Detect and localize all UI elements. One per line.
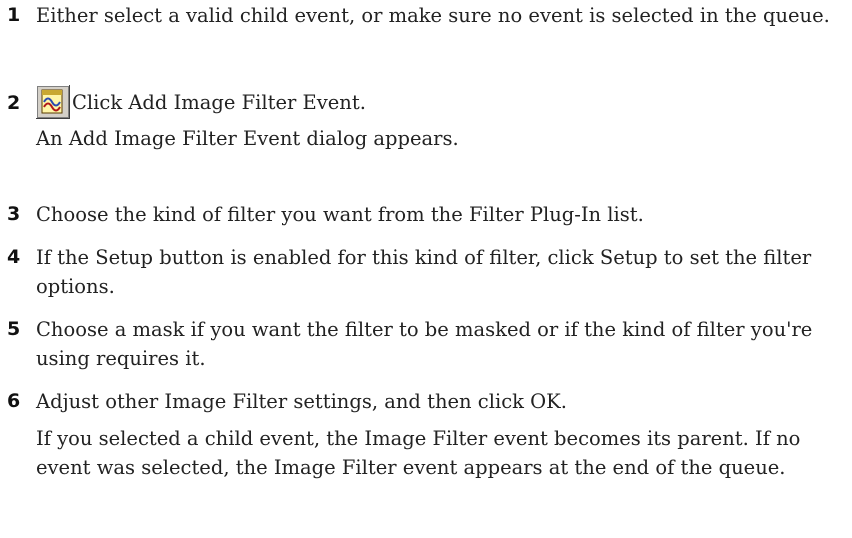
step-text: If the Setup button is enabled for this … (36, 246, 812, 298)
step-number: 3 (7, 203, 21, 225)
step-number: 5 (7, 318, 21, 340)
instruction-document: 1 Either select a valid child event, or … (0, 0, 852, 538)
step-note: If you selected a child event, the Image… (36, 427, 801, 479)
step-number: 4 (7, 246, 21, 268)
step-note: An Add Image Filter Event dialog appears… (36, 127, 459, 150)
step-6: 6 Adjust other Image Filter settings, an… (0, 387, 840, 482)
step-text: Choose a mask if you want the filter to … (36, 318, 813, 370)
step-1: 1 Either select a valid child event, or … (0, 1, 840, 30)
step-text: Adjust other Image Filter settings, and … (36, 390, 567, 413)
step-5: 5 Choose a mask if you want the filter t… (0, 315, 840, 373)
step-text: Either select a valid child event, or ma… (36, 4, 830, 27)
step-number: 1 (7, 4, 21, 26)
step-4: 4 If the Setup button is enabled for thi… (0, 243, 840, 301)
step-number: 2 (7, 92, 21, 114)
add-image-filter-event-icon (36, 85, 70, 119)
step-2: 2 Click Add Image Filter Event. An Add I… (0, 83, 840, 153)
step-3: 3 Choose the kind of filter you want fro… (0, 200, 840, 229)
step-number: 6 (7, 390, 21, 412)
step-text: Choose the kind of filter you want from … (36, 203, 644, 226)
step-text: Click Add Image Filter Event. (72, 91, 366, 114)
